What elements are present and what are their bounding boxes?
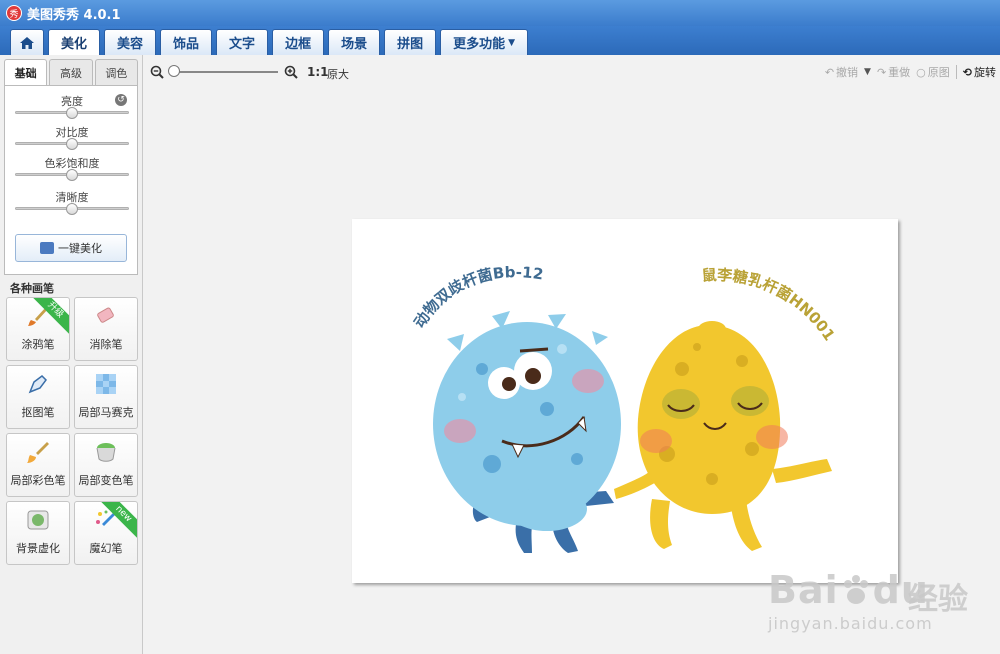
one-key-beautify-button[interactable]: 一键美化 bbox=[15, 234, 127, 262]
saturation-slider-knob[interactable] bbox=[66, 169, 78, 181]
color-brush-icon bbox=[27, 442, 49, 463]
mosaic-icon bbox=[96, 374, 116, 394]
watermark-brand: Bai du bbox=[768, 568, 929, 612]
paint-bucket-icon bbox=[96, 443, 116, 462]
subtab-basic[interactable]: 基础 bbox=[4, 59, 48, 85]
ratio-1to1-button[interactable]: 1:1 bbox=[307, 65, 329, 79]
image-toolbar: 1:1 原大 ↶ 撤销 ▼ ↷ 重做 ○ 原图 ⟲ 旋转 bbox=[144, 55, 1000, 89]
brightness-slider[interactable] bbox=[15, 107, 129, 119]
original-image-label: 原图 bbox=[927, 66, 950, 79]
basic-adjust-panel: ↺ 亮度 对比度 色彩饱和度 清晰度 一键美化 bbox=[4, 85, 138, 275]
tab-home[interactable] bbox=[10, 29, 44, 55]
left-bacteria-label: 动物双歧杆菌Bb-12 bbox=[410, 263, 544, 331]
cutout-brush-label: 抠图笔 bbox=[21, 406, 55, 419]
undo-button[interactable]: ↶ 撤销 bbox=[825, 64, 858, 80]
local-recolor-brush-button[interactable]: 局部变色笔 bbox=[74, 433, 138, 497]
saturation-slider-group: 色彩饱和度 bbox=[15, 156, 129, 181]
magic-wand-icon bbox=[40, 242, 54, 254]
more-features-label: 更多功能 bbox=[453, 37, 506, 52]
home-icon bbox=[20, 36, 34, 49]
one-key-beautify-label: 一键美化 bbox=[58, 242, 102, 255]
zoom-slider-knob[interactable] bbox=[168, 65, 180, 77]
sharpness-slider-knob[interactable] bbox=[66, 203, 78, 215]
tab-beautify[interactable]: 美化 bbox=[48, 29, 101, 55]
toolbar-right-actions: ↶ 撤销 ▼ ↷ 重做 ○ 原图 ⟲ 旋转 bbox=[825, 64, 996, 80]
sharpness-slider[interactable] bbox=[15, 203, 129, 215]
undo-icon: ↶ bbox=[824, 65, 835, 79]
tab-more-features[interactable]: 更多功能 ▼ bbox=[440, 29, 529, 55]
redo-icon: ↷ bbox=[876, 65, 887, 79]
background-blur-label: 背景虚化 bbox=[16, 542, 60, 555]
local-recolor-brush-label: 局部变色笔 bbox=[78, 474, 134, 487]
zoom-slider[interactable] bbox=[168, 65, 278, 77]
brightness-slider-group: 亮度 bbox=[15, 94, 129, 119]
left-panel: 基础 高级 调色 ↺ 亮度 对比度 色彩饱和度 清晰度 一键美化 各种画笔 涂鸦… bbox=[0, 55, 143, 654]
contrast-slider-knob[interactable] bbox=[66, 138, 78, 150]
magic-brush-button[interactable]: 魔幻笔 new bbox=[74, 501, 138, 565]
brush-grid: 涂鸦笔 升级 消除笔 抠图笔 局部马赛克 局部彩色笔 局部变色笔 背景虚化 魔幻… bbox=[6, 297, 140, 565]
tab-accessories[interactable]: 饰品 bbox=[160, 29, 213, 55]
edited-image: 动物双歧杆菌Bb-12 鼠李糖乳杆菌HN001 bbox=[410, 263, 838, 553]
local-mosaic-label: 局部马赛克 bbox=[78, 406, 134, 419]
saturation-slider[interactable] bbox=[15, 169, 129, 181]
doodle-brush-button[interactable]: 涂鸦笔 升级 bbox=[6, 297, 70, 361]
tab-collage[interactable]: 拼图 bbox=[384, 29, 437, 55]
tab-border[interactable]: 边框 bbox=[272, 29, 325, 55]
local-color-brush-button[interactable]: 局部彩色笔 bbox=[6, 433, 70, 497]
original-image-button[interactable]: ○ 原图 bbox=[916, 64, 950, 80]
doodle-brush-label: 涂鸦笔 bbox=[21, 338, 55, 351]
zoom-in-icon[interactable] bbox=[284, 65, 298, 79]
blur-icon bbox=[27, 510, 49, 530]
tab-scene[interactable]: 场景 bbox=[328, 29, 381, 55]
yellow-monster-illustration bbox=[614, 321, 832, 551]
subtab-color[interactable]: 调色 bbox=[94, 59, 138, 85]
rotate-button[interactable]: ⟲ 旋转 bbox=[963, 64, 996, 80]
contrast-slider[interactable] bbox=[15, 138, 129, 150]
title-bar: 秀 美图秀秀 4.0.1 bbox=[0, 0, 1000, 26]
svg-text:动物双歧杆菌Bb-12: 动物双歧杆菌Bb-12 bbox=[410, 263, 544, 331]
blue-monster-illustration bbox=[433, 311, 621, 553]
brightness-slider-knob[interactable] bbox=[66, 107, 78, 119]
watermark-brand-head: Bai bbox=[768, 568, 839, 612]
adjust-subtabs: 基础 高级 调色 bbox=[4, 59, 138, 85]
pen-nib-icon bbox=[28, 375, 47, 394]
background-blur-button[interactable]: 背景虚化 bbox=[6, 501, 70, 565]
rotate-icon: ⟲ bbox=[962, 65, 972, 79]
eraser-brush-label: 消除笔 bbox=[89, 338, 123, 351]
baidu-watermark: Bai du 经验 jingyan.baidu.com bbox=[768, 548, 996, 638]
local-mosaic-button[interactable]: 局部马赛克 bbox=[74, 365, 138, 429]
app-title: 美图秀秀 4.0.1 bbox=[27, 7, 121, 23]
watermark-jingyan: 经验 bbox=[908, 582, 968, 617]
tab-text[interactable]: 文字 bbox=[216, 29, 269, 55]
caret-down-icon: ▼ bbox=[508, 37, 516, 48]
redo-button[interactable]: ↷ 重做 bbox=[877, 64, 910, 80]
contrast-slider-group: 对比度 bbox=[15, 125, 129, 150]
undo-label: 撤销 bbox=[836, 66, 859, 79]
eraser-brush-button[interactable]: 消除笔 bbox=[74, 297, 138, 361]
toolbar-divider bbox=[955, 65, 957, 79]
main-tab-bar: 美化 美容 饰品 文字 边框 场景 拼图 更多功能 ▼ bbox=[0, 26, 1000, 55]
redo-label: 重做 bbox=[888, 66, 911, 79]
magic-brush-label: 魔幻笔 bbox=[89, 542, 123, 555]
watermark-url: jingyan.baidu.com bbox=[768, 614, 933, 633]
image-canvas[interactable]: 动物双歧杆菌Bb-12 鼠李糖乳杆菌HN001 bbox=[352, 219, 898, 583]
rotate-label: 旋转 bbox=[974, 66, 996, 79]
local-color-brush-label: 局部彩色笔 bbox=[10, 474, 66, 487]
sharpness-slider-group: 清晰度 bbox=[15, 190, 129, 215]
tab-beauty[interactable]: 美容 bbox=[104, 29, 157, 55]
undo-dropdown-icon[interactable]: ▼ bbox=[864, 67, 871, 77]
app-logo-icon: 秀 bbox=[6, 5, 22, 21]
subtab-advanced[interactable]: 高级 bbox=[49, 59, 93, 85]
paw-icon bbox=[843, 575, 868, 604]
eraser-icon bbox=[97, 307, 114, 323]
brush-section-title: 各种画笔 bbox=[10, 282, 54, 295]
original-size-button[interactable]: 原大 bbox=[327, 66, 349, 82]
circle-icon: ○ bbox=[916, 65, 926, 79]
zoom-out-icon[interactable] bbox=[150, 65, 164, 79]
cutout-brush-button[interactable]: 抠图笔 bbox=[6, 365, 70, 429]
